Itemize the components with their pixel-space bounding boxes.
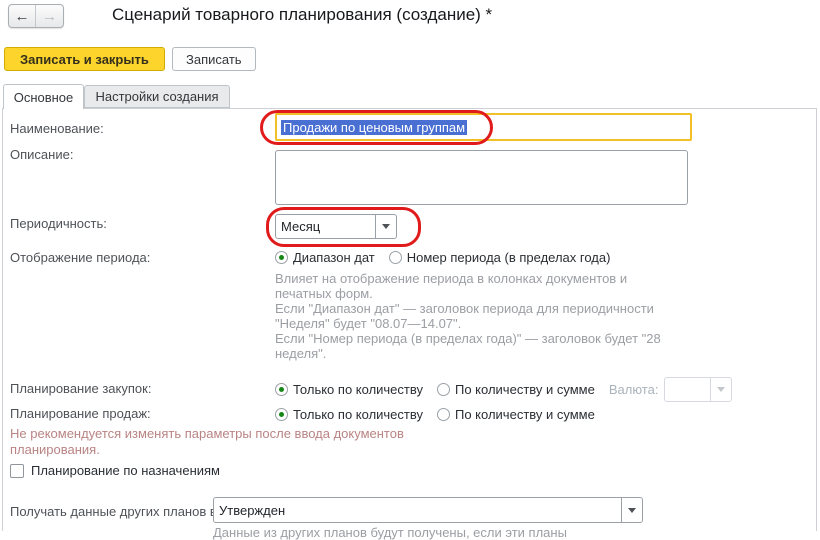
radio-label: Только по количеству <box>293 382 423 397</box>
description-textarea[interactable] <box>275 150 688 205</box>
back-button[interactable]: ← <box>9 5 36 27</box>
forward-button[interactable]: → <box>36 5 63 27</box>
page-title: Сценарий товарного планирования (создани… <box>112 5 492 25</box>
other-plans-status-hint: Данные из других планов будут получены, … <box>213 525 567 540</box>
checkbox-label: Планирование по назначениям <box>31 463 220 478</box>
periodicity-combo[interactable]: Месяц <box>275 214 397 239</box>
dropdown-arrow-icon[interactable] <box>621 498 642 522</box>
currency-combo-disabled <box>664 377 732 402</box>
assignment-planning-checkbox-row[interactable]: Планирование по назначениям <box>10 463 220 478</box>
radio-selected-icon <box>275 408 288 421</box>
nav-button-group: ← → <box>8 4 64 28</box>
forward-arrow-icon: → <box>42 8 57 25</box>
description-label: Описание: <box>10 147 73 162</box>
radio-label: По количеству и сумме <box>455 407 595 422</box>
currency-value <box>665 378 710 401</box>
radio-quantity-and-sum[interactable]: По количеству и сумме <box>437 407 595 422</box>
save-and-close-button[interactable]: Записать и закрыть <box>4 47 165 71</box>
radio-unselected-icon <box>437 408 450 421</box>
period-display-label: Отображение периода: <box>10 250 150 265</box>
sales-planning-label: Планирование продаж: <box>10 406 151 421</box>
save-button[interactable]: Записать <box>172 47 256 71</box>
periodicity-value: Месяц <box>276 215 375 238</box>
purchase-planning-radio-group: Только по количеству По количеству и сум… <box>275 376 732 402</box>
back-arrow-icon: ← <box>15 8 30 25</box>
radio-label: Номер периода (в пределах года) <box>407 250 611 265</box>
name-label: Наименование: <box>10 121 104 136</box>
radio-period-number[interactable]: Номер периода (в пределах года) <box>389 250 611 265</box>
name-input[interactable]: Продажи по ценовым группам <box>275 113 692 141</box>
warning-text: Не рекомендуется изменять параметры посл… <box>10 426 404 457</box>
tab-main[interactable]: Основное <box>3 84 84 109</box>
radio-label: Только по количеству <box>293 407 423 422</box>
period-display-hint: Влияет на отображение периода в колонках… <box>275 271 661 361</box>
periodicity-label: Периодичность: <box>10 216 107 231</box>
radio-quantity-and-sum[interactable]: По количеству и сумме <box>437 382 595 397</box>
purchase-planning-label: Планирование закупок: <box>10 381 151 396</box>
radio-unselected-icon <box>437 383 450 396</box>
radio-label: По количеству и сумме <box>455 382 595 397</box>
other-plans-status-value: Утвержден <box>214 498 621 522</box>
radio-label: Диапазон дат <box>293 250 375 265</box>
radio-selected-icon <box>275 383 288 396</box>
radio-quantity-only[interactable]: Только по количеству <box>275 382 423 397</box>
selected-text: Продажи по ценовым группам <box>281 120 467 135</box>
other-plans-status-combo[interactable]: Утвержден <box>213 497 643 523</box>
dropdown-arrow-icon <box>710 378 731 401</box>
radio-date-range[interactable]: Диапазон дат <box>275 250 375 265</box>
tab-creation-settings[interactable]: Настройки создания <box>84 85 230 108</box>
dropdown-arrow-icon[interactable] <box>375 215 396 238</box>
currency-label: Валюта: <box>609 382 659 397</box>
radio-quantity-only[interactable]: Только по количеству <box>275 407 423 422</box>
radio-selected-icon <box>275 251 288 264</box>
currency-group: Валюта: <box>609 377 733 402</box>
radio-unselected-icon <box>389 251 402 264</box>
period-display-radio-group: Диапазон дат Номер периода (в пределах г… <box>275 247 624 267</box>
checkbox-unchecked-icon[interactable] <box>10 464 24 478</box>
sales-planning-radio-group: Только по количеству По количеству и сум… <box>275 401 609 427</box>
